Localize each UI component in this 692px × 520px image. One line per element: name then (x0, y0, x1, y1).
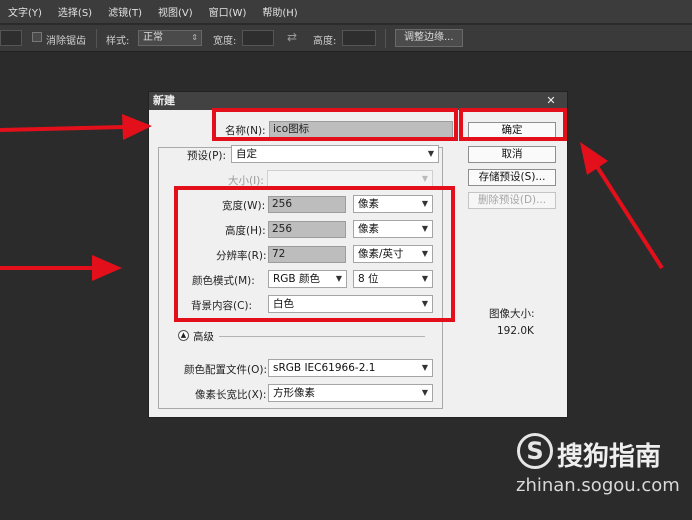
sogou-logo-icon: S (517, 433, 553, 469)
arrow-ok-head (580, 142, 608, 175)
watermark-url: zhinan.sogou.com (516, 475, 680, 496)
arrow-name-head (122, 114, 152, 140)
arrow-ok-line (594, 163, 664, 270)
arrow-settings-head (92, 255, 122, 281)
arrow-name-line (0, 125, 126, 132)
watermark-title: 搜狗指南 (557, 442, 662, 472)
